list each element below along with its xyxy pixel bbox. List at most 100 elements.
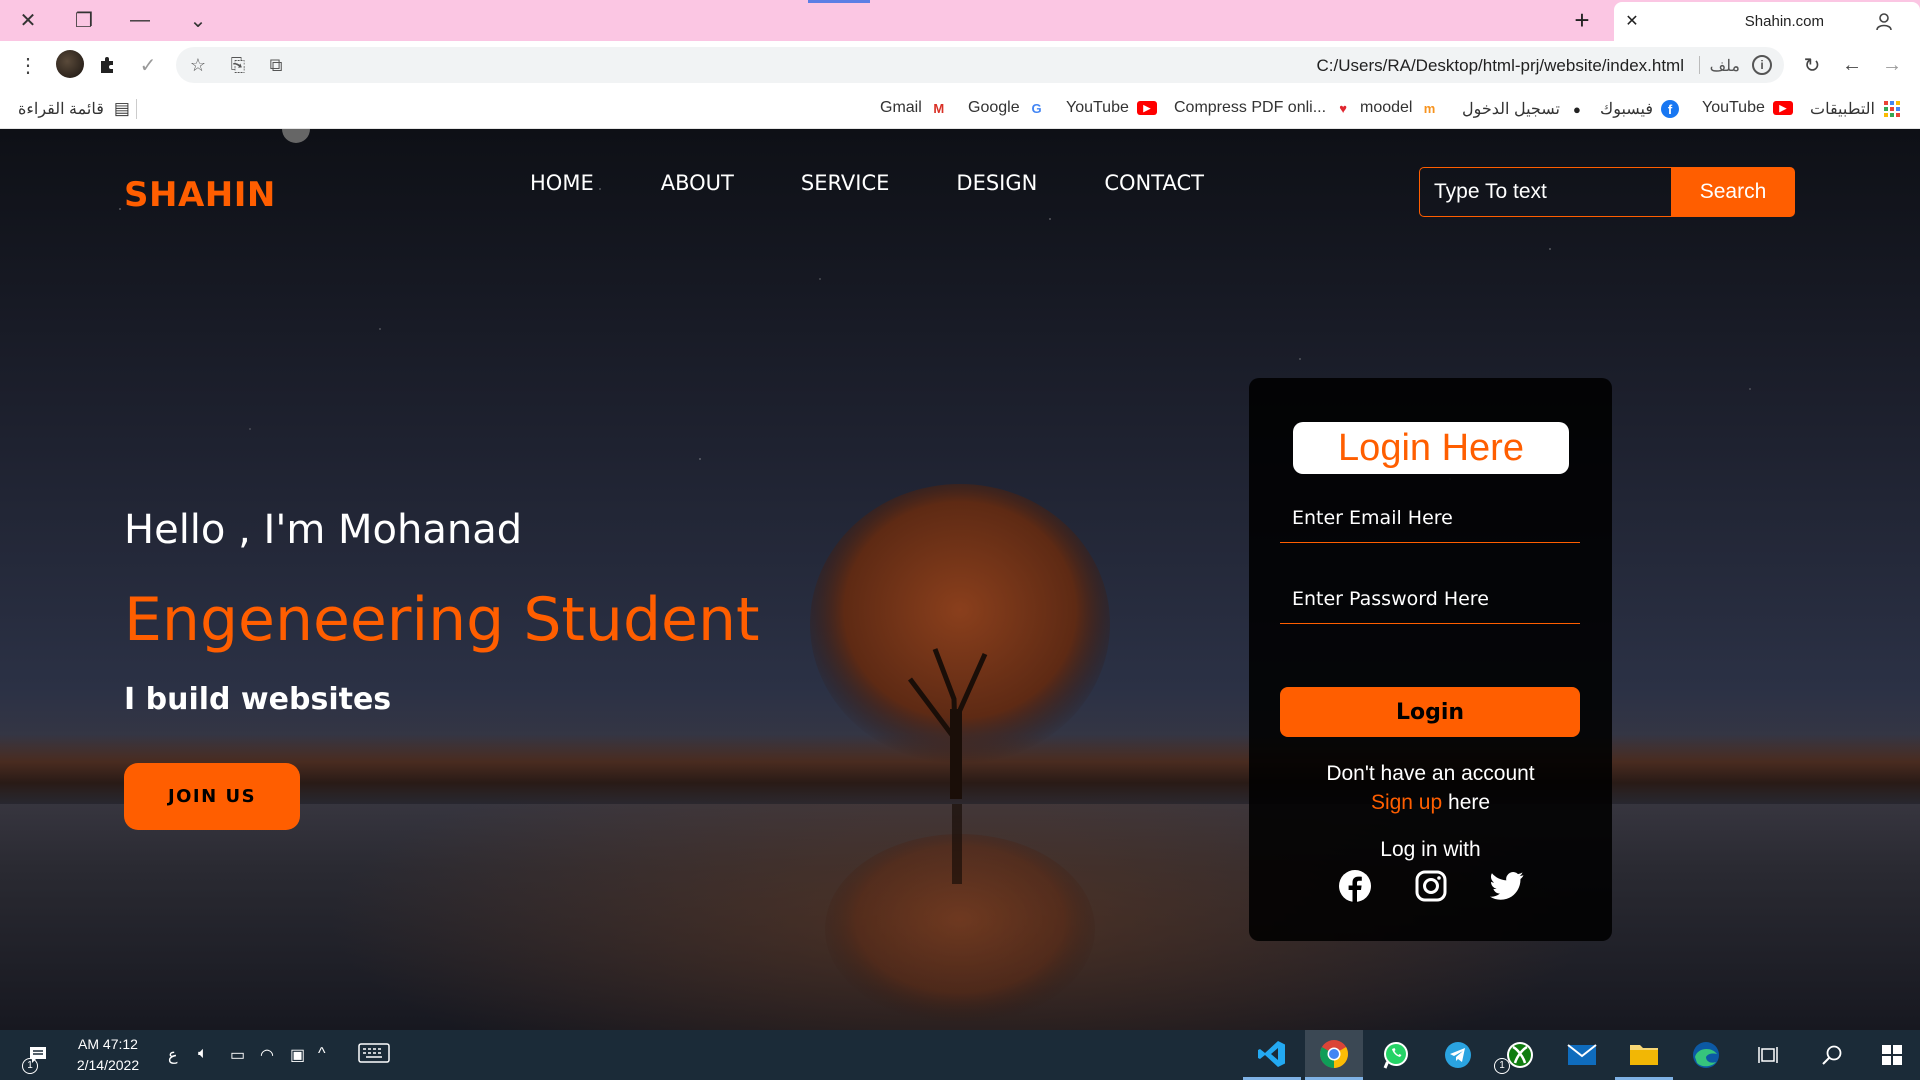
- bookmark-youtube-2[interactable]: YouTube ▶: [1702, 99, 1793, 117]
- start-windows-icon[interactable]: [1870, 1030, 1914, 1080]
- show-hidden-icons-chevron-icon[interactable]: ^: [318, 1045, 326, 1063]
- youtube-icon: ▶: [1772, 101, 1793, 115]
- minimize-window-icon[interactable]: —: [112, 0, 168, 41]
- signup-link[interactable]: Sign up: [1371, 791, 1442, 814]
- search-input[interactable]: [1419, 167, 1671, 217]
- battery-icon[interactable]: ▭: [230, 1045, 245, 1065]
- url-separator: [1699, 56, 1700, 74]
- bookmark-apps[interactable]: التطبيقات: [1810, 99, 1901, 119]
- meet-now-icon[interactable]: ▣: [290, 1045, 305, 1065]
- nav-contact[interactable]: CONTACT: [1104, 171, 1204, 195]
- bookmark-google[interactable]: Google G: [968, 99, 1046, 117]
- notification-count-badge: 1: [22, 1058, 38, 1074]
- facebook-icon[interactable]: [1337, 868, 1373, 904]
- main-nav: HOME ABOUT SERVICE DESIGN CONTACT: [530, 171, 1271, 195]
- nav-service[interactable]: SERVICE: [801, 171, 890, 195]
- address-bar[interactable]: ☆ ⎘ ⧉ C:/Users/RA/Desktop/html-prj/websi…: [176, 47, 1784, 83]
- bookmark-label: moodel: [1360, 99, 1413, 116]
- signup-suffix: here: [1448, 791, 1491, 814]
- input-language-indicator[interactable]: ع: [168, 1045, 178, 1065]
- bookmark-label: Compress PDF onli...: [1174, 99, 1327, 116]
- tab-strip-indicator: [808, 0, 870, 3]
- notification-center-icon[interactable]: [18, 1030, 58, 1080]
- password-field[interactable]: [1280, 574, 1580, 624]
- bookmarks-bar: قائمة القراءة ▤ Gmail M Google G YouTube…: [0, 89, 1920, 129]
- instagram-icon[interactable]: [1413, 868, 1449, 904]
- task-view-icon[interactable]: [1748, 1030, 1788, 1080]
- social-heading: Log in with: [1380, 838, 1481, 861]
- bookmark-label: YouTube: [1702, 99, 1765, 116]
- forward-arrow-icon[interactable]: →: [1876, 49, 1908, 81]
- telegram-taskbar-icon[interactable]: [1429, 1030, 1487, 1080]
- check-extension-icon[interactable]: ✓: [132, 49, 164, 81]
- share-icon[interactable]: ⎘: [226, 53, 250, 77]
- youtube-icon: ▶: [1136, 101, 1157, 115]
- twitter-icon[interactable]: [1489, 868, 1525, 904]
- close-window-icon[interactable]: ✕: [0, 0, 56, 41]
- nav-design[interactable]: DESIGN: [956, 171, 1037, 195]
- bookmark-label: فيسبوك: [1600, 101, 1654, 118]
- volume-icon[interactable]: 🔈︎: [198, 1045, 208, 1063]
- login-title: Login Here: [1293, 422, 1569, 474]
- chrome-taskbar-icon[interactable]: [1305, 1030, 1363, 1080]
- extensions-puzzle-icon[interactable]: [92, 49, 124, 81]
- avatar[interactable]: [56, 50, 84, 78]
- wifi-icon[interactable]: ◠: [260, 1045, 274, 1065]
- nav-about[interactable]: ABOUT: [661, 171, 734, 195]
- back-arrow-icon[interactable]: ←: [1836, 49, 1868, 81]
- bookmark-facebook[interactable]: فيسبوك f: [1600, 99, 1680, 119]
- whatsapp-taskbar-icon[interactable]: [1367, 1030, 1425, 1080]
- translate-icon[interactable]: ⧉: [264, 53, 288, 77]
- bookmark-star-icon[interactable]: ☆: [186, 53, 210, 77]
- hero-tagline: I build websites: [124, 682, 392, 717]
- file-explorer-taskbar-icon[interactable]: [1615, 1030, 1673, 1080]
- apps-grid-icon: [1883, 100, 1901, 118]
- url-prefix: ملف: [1709, 58, 1740, 75]
- reading-list[interactable]: قائمة القراءة ▤: [18, 99, 130, 119]
- reading-list-icon: ▤: [113, 99, 130, 118]
- bookmark-label: YouTube: [1066, 99, 1129, 116]
- social-login-row: [1249, 868, 1612, 904]
- new-tab-button[interactable]: +: [1566, 4, 1598, 36]
- bookmark-compress-pdf[interactable]: Compress PDF onli... ♥: [1174, 99, 1352, 117]
- keyboard-icon[interactable]: [358, 1042, 390, 1069]
- site-logo[interactable]: SHAHIN: [124, 175, 276, 215]
- search-icon[interactable]: [1812, 1030, 1852, 1080]
- menu-kebab-icon[interactable]: ⋮: [12, 49, 44, 81]
- login-button[interactable]: Login: [1280, 687, 1580, 737]
- bookmark-moodle[interactable]: moodel m: [1360, 99, 1438, 117]
- browser-toolbar: ⋮ ✓ ☆ ⎘ ⧉ C:/Users/RA/Desktop/html-prj/w…: [0, 41, 1920, 89]
- email-field[interactable]: [1280, 493, 1580, 543]
- restore-window-icon[interactable]: ❐: [56, 0, 112, 41]
- nav-home[interactable]: HOME: [530, 171, 594, 195]
- profile-icon[interactable]: [1870, 8, 1898, 36]
- search-button[interactable]: Search: [1671, 167, 1795, 217]
- clock-date: 2/14/2022: [76, 1057, 140, 1073]
- system-clock[interactable]: AM 47:12 2/14/2022: [68, 1034, 148, 1076]
- bookmark-label: Google: [968, 99, 1020, 116]
- tab-close-icon[interactable]: ✕: [1620, 9, 1644, 33]
- vscode-taskbar-icon[interactable]: [1243, 1030, 1301, 1080]
- bookmark-youtube[interactable]: YouTube ▶: [1066, 99, 1157, 117]
- heart-icon: ♥: [1339, 100, 1347, 116]
- xbox-badge: 1: [1494, 1058, 1510, 1074]
- bookmark-label: Gmail: [880, 99, 922, 116]
- bookmark-separator: [136, 99, 137, 119]
- hero-role: Engeneering Student: [124, 585, 760, 655]
- tab-title: Shahin.com: [1744, 13, 1824, 30]
- site-info-icon[interactable]: i: [1752, 55, 1772, 75]
- bookmark-login[interactable]: تسجيل الدخول ●: [1462, 99, 1586, 119]
- clock-time: AM 47:12: [78, 1036, 138, 1052]
- windows-taskbar: 1 AM 47:12 2/14/2022 ع 🔈︎ ▭ ◠ ▣ ^ 1: [0, 1030, 1920, 1080]
- bookmark-label: تسجيل الدخول: [1462, 101, 1560, 118]
- globe-icon: ●: [1573, 101, 1581, 117]
- login-card: Login Here Login Don't have an account S…: [1249, 378, 1612, 941]
- edge-taskbar-icon[interactable]: [1677, 1030, 1735, 1080]
- join-us-button[interactable]: JOIN US: [124, 763, 300, 830]
- reload-icon[interactable]: ↻: [1796, 49, 1828, 81]
- tab-search-chevron-icon[interactable]: ⌄: [170, 0, 226, 41]
- mail-taskbar-icon[interactable]: [1553, 1030, 1611, 1080]
- url-text[interactable]: C:/Users/RA/Desktop/html-prj/website/ind…: [1316, 56, 1684, 76]
- bookmark-gmail[interactable]: Gmail M: [880, 99, 948, 117]
- no-account-text: Don't have an account: [1326, 762, 1535, 785]
